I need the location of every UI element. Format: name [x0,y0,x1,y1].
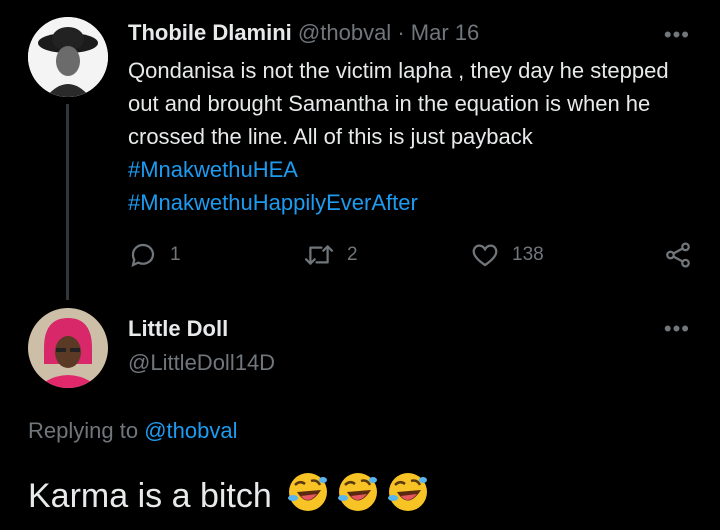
tweet2-display-name[interactable]: Little Doll [128,316,228,342]
tweet1-more-icon[interactable]: ••• [664,22,690,48]
retweet-button[interactable]: 2 [303,240,358,270]
hashtag-mnakwethuhappilyeverafter[interactable]: #MnakwethuHappilyEverAfter [128,190,418,215]
replying-prefix: Replying to [28,418,145,443]
like-button[interactable]: 138 [470,240,544,270]
hashtag-mnakwethuhea[interactable]: #MnakwethuHEA [128,157,298,182]
tweet1-header: Thobile Dlamini @thobval · Mar 16 [128,20,479,46]
reply-button[interactable]: 1 [128,240,181,270]
tweet1-text-body: Qondanisa is not the victim lapha , they… [128,58,669,149]
rolling-laughing-emoji-icon [336,470,380,523]
retweet-count: 2 [347,244,358,265]
tweet2-text-body: Karma is a bitch [28,477,272,515]
tweet1-handle[interactable]: @thobval [298,20,391,45]
replying-handle-link[interactable]: @thobval [144,418,237,443]
replying-to: Replying to @thobval [28,418,237,444]
heart-icon [472,244,498,267]
tweet1-separator: · [397,20,405,45]
emoji-row [280,470,430,523]
share-button[interactable] [663,240,693,270]
avatar-little-doll[interactable] [28,308,108,388]
rolling-laughing-emoji-icon [386,470,430,523]
tweet2-text: Karma is a bitch [28,470,430,523]
reply-count: 1 [170,244,181,265]
tweet1-actions: 1 2 138 [128,240,693,272]
rolling-laughing-emoji-icon [286,470,330,523]
share-icon [666,242,690,268]
retweet-icon [304,245,334,265]
tweet1-text: Qondanisa is not the victim lapha , they… [128,54,688,219]
like-count: 138 [512,244,544,265]
tweet1-date[interactable]: Mar 16 [411,20,479,45]
tweet2-handle[interactable]: @LittleDoll14D [128,350,275,376]
tweet1-display-name[interactable]: Thobile Dlamini [128,20,292,45]
tweet2-more-icon[interactable]: ••• [664,316,690,342]
avatar-thobile[interactable] [28,17,108,97]
reply-icon [131,243,155,267]
thread-line [66,104,69,300]
